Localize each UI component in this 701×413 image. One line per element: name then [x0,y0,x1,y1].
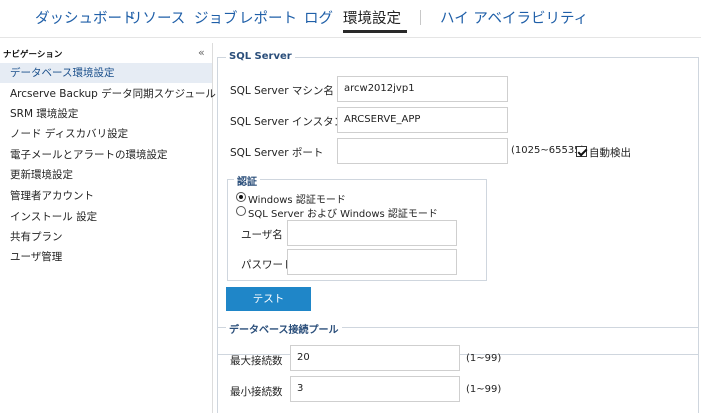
auth-legend: 認証 [234,173,260,188]
nav-tab-dashboard[interactable]: ダッシュボード [35,7,137,28]
max-connections-label: 最大接続数 [230,355,283,367]
sidebar-item-node-discovery[interactable]: ノード ディスカバリ設定 [0,124,212,144]
main-panel: SQL Server SQL Server マシン名 arcw2012jvp1 … [214,43,701,413]
sql-auth-label: SQL Server および Windows 認証モード [248,209,438,220]
sql-server-legend: SQL Server [226,51,295,62]
auto-detect-label: 自動検出 [589,147,631,159]
top-nav: ダッシュボード リソース ジョブ レポート ログ 環境設定 ハイ アベイラビリテ… [0,0,701,38]
nav-tab-settings[interactable]: 環境設定 [343,7,401,28]
password-input[interactable] [287,249,457,275]
sidebar: ナビゲーション « データベース環境設定 Arcserve Backup データ… [0,43,216,413]
username-label: ユーザ名 [241,229,283,241]
nav-tab-reports[interactable]: レポート [239,7,297,28]
auto-detect-checkbox[interactable] [576,146,587,157]
sidebar-item-arcserve-backup-sync[interactable]: Arcserve Backup データ同期スケジュール [0,84,216,104]
sidebar-item-database-settings[interactable]: データベース環境設定 [0,63,212,83]
sql-instance-label: SQL Server インスタンス [230,116,355,128]
username-input[interactable] [287,220,457,246]
sql-port-range-hint: (1025~65535) [511,145,585,156]
windows-auth-label: Windows 認証モード [248,195,346,206]
sidebar-item-user-management[interactable]: ユーザ管理 [0,247,212,267]
nav-tab-jobs[interactable]: ジョブ [194,7,238,28]
sidebar-item-shared-plans[interactable]: 共有プラン [0,227,212,247]
sql-machine-input[interactable]: arcw2012jvp1 [337,76,508,102]
sidebar-item-update-settings[interactable]: 更新環境設定 [0,165,212,185]
max-connections-range-hint: (1~99) [466,353,502,364]
sidebar-item-srm-settings[interactable]: SRM 環境設定 [0,104,212,124]
password-label: パスワード [241,259,294,271]
nav-separator [420,10,421,25]
nav-tab-resources[interactable]: リソース [128,7,185,28]
test-button[interactable]: テスト [226,287,311,311]
max-connections-input[interactable]: 20 [290,345,460,371]
nav-tab-high-availability[interactable]: ハイ アベイラビリティ [440,7,588,28]
active-tab-indicator [343,30,407,33]
min-connections-label: 最小接続数 [230,386,283,398]
sidebar-item-email-alerts[interactable]: 電子メールとアラートの環境設定 [0,145,212,165]
sql-instance-input[interactable]: ARCSERVE_APP [337,107,508,133]
sql-auth-radio[interactable] [236,206,246,216]
nav-tab-logs[interactable]: ログ [304,7,333,28]
sidebar-item-admin-account[interactable]: 管理者アカウント [0,186,212,206]
windows-auth-radio[interactable] [236,192,246,202]
sidebar-item-install-settings[interactable]: インストール 設定 [0,207,212,227]
sql-port-label: SQL Server ポート [230,147,324,159]
min-connections-range-hint: (1~99) [466,384,502,395]
sql-port-input[interactable] [337,138,508,164]
sidebar-title: ナビゲーション [3,50,63,60]
collapse-sidebar-icon[interactable]: « [198,46,205,59]
connection-pool-legend: データベース接続プール [226,321,342,336]
min-connections-input[interactable]: 3 [290,376,460,402]
sql-machine-label: SQL Server マシン名 [230,85,334,97]
